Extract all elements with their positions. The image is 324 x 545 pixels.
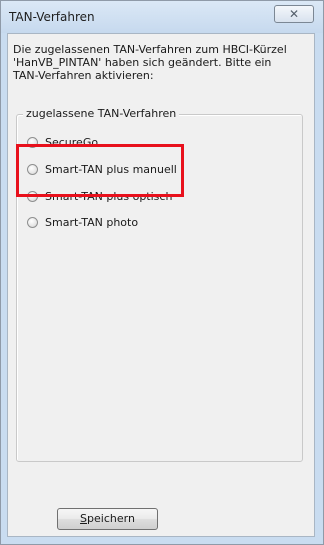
title-bar: TAN-Verfahren ✕ [1,1,323,33]
radio-label: Smart-TAN photo [45,215,139,229]
dialog-content: Die zugelassenen TAN-Verfahren zum HBCI-… [7,33,315,537]
save-button-mnemonic: S [80,512,88,525]
save-button[interactable]: Speichern [57,508,158,530]
close-icon: ✕ [288,7,300,21]
tan-verfahren-dialog: TAN-Verfahren ✕ Die zugelassenen TAN-Ver… [0,0,324,545]
radio-smart-tan-photo[interactable]: Smart-TAN photo [27,214,138,230]
intro-text: Die zugelassenen TAN-Verfahren zum HBCI-… [13,43,287,82]
highlight-annotation [16,144,184,197]
close-button[interactable]: ✕ [274,5,314,23]
window-title: TAN-Verfahren [9,10,95,24]
group-legend: zugelassene TAN-Verfahren [23,107,180,120]
radio-button-icon [27,216,38,228]
save-button-label: peichern [87,512,135,525]
